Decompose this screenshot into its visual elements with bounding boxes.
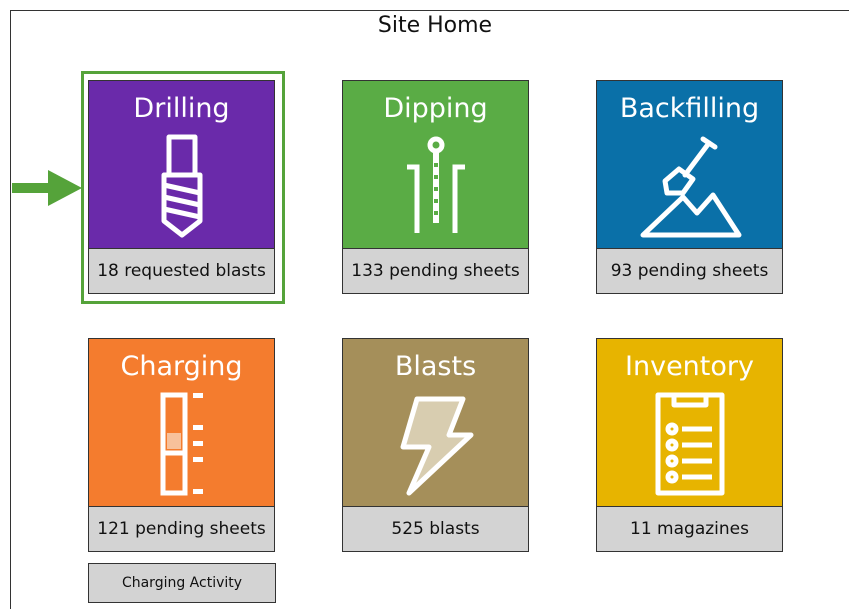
tile-charging-title: Charging	[120, 351, 243, 382]
tile-drilling-face: Drilling	[89, 81, 274, 248]
clipboard-list-icon	[655, 392, 724, 496]
tile-backfilling[interactable]: Backfilling 93 pending sheets	[596, 80, 783, 294]
tile-blasts-title: Blasts	[394, 351, 477, 382]
tile-dipping-face: Dipping	[343, 81, 528, 248]
charging-activity-button[interactable]: Charging Activity	[88, 563, 276, 603]
drill-bit-icon	[161, 134, 202, 238]
tile-blasts-status: 525 blasts	[343, 506, 528, 551]
tile-inventory-face: Inventory	[597, 339, 782, 506]
tile-backfilling-face: Backfilling	[597, 81, 782, 248]
tile-dipping[interactable]: Dipping 133 pending sheets	[342, 80, 529, 294]
tile-drilling-status: 18 requested blasts	[89, 248, 274, 293]
tile-inventory-status: 11 magazines	[597, 506, 782, 551]
selection-arrow-icon	[12, 170, 82, 206]
dip-tape-icon	[406, 136, 465, 233]
tile-drilling[interactable]: Drilling 18 requested blasts	[88, 80, 275, 294]
tile-charging-face: Charging	[89, 339, 274, 506]
shovel-icon	[640, 136, 741, 238]
page-title: Site Home	[377, 13, 493, 38]
charge-column-icon	[160, 392, 203, 496]
tile-inventory-title: Inventory	[625, 351, 754, 382]
lightning-icon	[400, 396, 473, 496]
tile-charging[interactable]: Charging 121 pending sheets	[88, 338, 275, 552]
tile-drilling-title: Drilling	[133, 93, 230, 124]
tile-blasts[interactable]: Blasts 525 blasts	[342, 338, 529, 552]
tile-blasts-face: Blasts	[343, 339, 528, 506]
tile-inventory[interactable]: Inventory 11 magazines	[596, 338, 783, 552]
tile-dipping-status: 133 pending sheets	[343, 248, 528, 293]
tile-charging-status: 121 pending sheets	[89, 506, 274, 551]
tile-backfilling-status: 93 pending sheets	[597, 248, 782, 293]
tile-dipping-title: Dipping	[383, 93, 488, 124]
tile-backfilling-title: Backfilling	[619, 93, 760, 124]
